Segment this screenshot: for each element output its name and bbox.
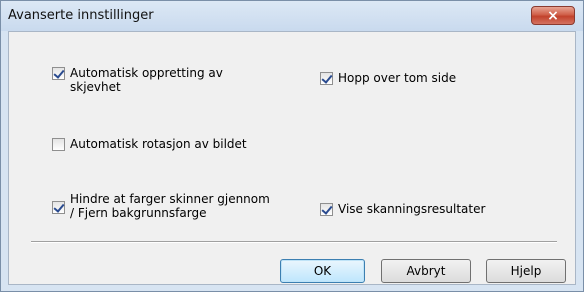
dialog-window: Avanserte innstillinger × Automatisk opp…: [0, 0, 584, 292]
separator: [31, 241, 557, 243]
dialog-content: Automatisk oppretting av skjevhet Hopp o…: [8, 31, 576, 285]
show-results-checkbox[interactable]: Vise skanningsresultater: [320, 202, 485, 216]
deskew-checkbox-box[interactable]: [52, 67, 65, 80]
auto-rotate-label: Automatisk rotasjon av bildet: [70, 137, 247, 151]
bleed-through-checkbox-box[interactable]: [52, 201, 65, 214]
close-icon: ×: [547, 7, 559, 24]
skip-blank-label: Hopp over tom side: [338, 71, 457, 85]
auto-rotate-checkbox-box[interactable]: [52, 138, 65, 151]
close-button[interactable]: ×: [531, 6, 575, 25]
skip-blank-checkbox[interactable]: Hopp over tom side: [320, 71, 456, 85]
deskew-label: Automatisk oppretting av skjevhet: [70, 66, 223, 94]
help-button[interactable]: Hjelp: [486, 259, 566, 283]
cancel-button[interactable]: Avbryt: [381, 259, 471, 283]
window-title: Avanserte innstillinger: [8, 8, 154, 23]
deskew-checkbox[interactable]: Automatisk oppretting av skjevhet: [52, 66, 223, 94]
bleed-through-checkbox[interactable]: Hindre at farger skinner gjennom / Fjern…: [52, 192, 270, 220]
title-bar[interactable]: Avanserte innstillinger ×: [1, 1, 583, 31]
ok-button[interactable]: OK: [280, 259, 365, 283]
bleed-through-label: Hindre at farger skinner gjennom / Fjern…: [70, 192, 270, 220]
show-results-label: Vise skanningsresultater: [338, 202, 486, 216]
auto-rotate-checkbox[interactable]: Automatisk rotasjon av bildet: [52, 137, 247, 151]
skip-blank-checkbox-box[interactable]: [320, 72, 333, 85]
show-results-checkbox-box[interactable]: [320, 203, 333, 216]
